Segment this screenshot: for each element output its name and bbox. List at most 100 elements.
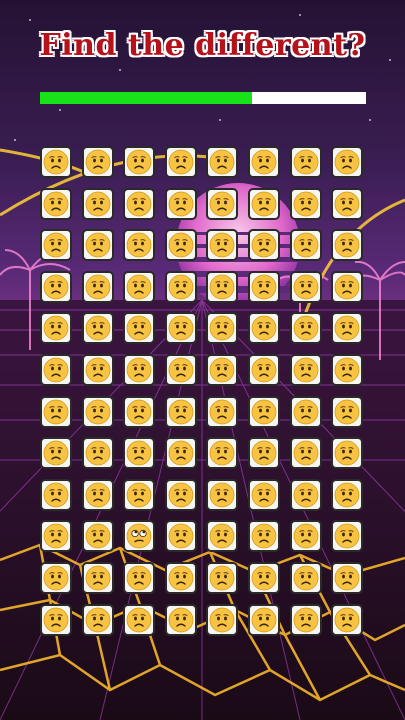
emoji-tile[interactable] xyxy=(164,353,197,386)
emoji-tile[interactable] xyxy=(206,561,239,594)
worried-face-icon xyxy=(209,149,235,175)
emoji-tile[interactable] xyxy=(247,229,280,262)
emoji-tile[interactable] xyxy=(331,603,364,636)
emoji-tile[interactable] xyxy=(123,561,156,594)
emoji-tile[interactable] xyxy=(81,520,114,553)
emoji-tile[interactable] xyxy=(289,353,322,386)
emoji-tile[interactable] xyxy=(331,395,364,428)
emoji-tile[interactable] xyxy=(123,395,156,428)
emoji-tile[interactable] xyxy=(40,270,72,303)
emoji-tile[interactable] xyxy=(81,478,114,511)
emoji-tile[interactable] xyxy=(289,395,322,428)
emoji-tile[interactable] xyxy=(123,603,156,636)
emoji-tile[interactable] xyxy=(331,520,364,553)
emoji-tile[interactable] xyxy=(247,520,280,553)
emoji-tile[interactable] xyxy=(123,270,156,303)
emoji-tile[interactable] xyxy=(123,146,156,178)
emoji-tile[interactable] xyxy=(164,478,197,511)
emoji-tile[interactable] xyxy=(289,229,322,262)
emoji-tile[interactable] xyxy=(247,146,280,178)
emoji-tile[interactable] xyxy=(40,437,72,470)
emoji-tile[interactable] xyxy=(81,353,114,386)
emoji-tile[interactable] xyxy=(123,229,156,262)
emoji-tile[interactable] xyxy=(247,437,280,470)
emoji-tile[interactable] xyxy=(40,146,72,178)
emoji-tile[interactable] xyxy=(247,478,280,511)
emoji-tile[interactable] xyxy=(331,561,364,594)
emoji-tile[interactable] xyxy=(331,353,364,386)
emoji-tile[interactable] xyxy=(164,603,197,636)
emoji-tile[interactable] xyxy=(40,187,72,220)
emoji-tile[interactable] xyxy=(289,312,322,345)
emoji-tile[interactable] xyxy=(164,561,197,594)
emoji-tile[interactable] xyxy=(164,395,197,428)
emoji-tile[interactable] xyxy=(331,437,364,470)
emoji-tile[interactable] xyxy=(81,437,114,470)
emoji-tile[interactable] xyxy=(164,270,197,303)
emoji-tile[interactable] xyxy=(289,146,322,178)
emoji-tile[interactable] xyxy=(206,146,239,178)
emoji-tile[interactable] xyxy=(123,187,156,220)
emoji-tile[interactable] xyxy=(206,603,239,636)
emoji-tile[interactable] xyxy=(40,395,72,428)
emoji-tile[interactable] xyxy=(331,270,364,303)
emoji-tile[interactable] xyxy=(289,603,322,636)
emoji-tile[interactable] xyxy=(164,146,197,178)
emoji-tile[interactable] xyxy=(81,270,114,303)
emoji-tile[interactable] xyxy=(247,603,280,636)
emoji-tile[interactable] xyxy=(40,353,72,386)
worried-face-icon xyxy=(85,399,111,425)
emoji-tile[interactable] xyxy=(247,353,280,386)
emoji-tile[interactable] xyxy=(40,229,72,262)
emoji-tile[interactable] xyxy=(289,437,322,470)
emoji-tile[interactable] xyxy=(40,478,72,511)
worried-face-icon xyxy=(293,274,319,300)
emoji-tile[interactable] xyxy=(289,187,322,220)
emoji-tile[interactable] xyxy=(81,229,114,262)
emoji-tile[interactable] xyxy=(206,229,239,262)
emoji-tile[interactable] xyxy=(206,270,239,303)
emoji-tile[interactable] xyxy=(81,395,114,428)
emoji-tile[interactable] xyxy=(164,312,197,345)
emoji-tile[interactable] xyxy=(164,229,197,262)
emoji-tile[interactable] xyxy=(206,312,239,345)
emoji-tile[interactable] xyxy=(206,395,239,428)
emoji-tile[interactable] xyxy=(206,478,239,511)
emoji-tile[interactable] xyxy=(40,603,72,636)
emoji-tile-odd[interactable] xyxy=(123,520,156,553)
emoji-tile[interactable] xyxy=(123,353,156,386)
emoji-tile[interactable] xyxy=(331,229,364,262)
emoji-tile[interactable] xyxy=(247,270,280,303)
emoji-tile[interactable] xyxy=(164,520,197,553)
emoji-tile[interactable] xyxy=(123,437,156,470)
emoji-tile[interactable] xyxy=(40,520,72,553)
emoji-tile[interactable] xyxy=(206,187,239,220)
emoji-tile[interactable] xyxy=(81,561,114,594)
emoji-tile[interactable] xyxy=(206,520,239,553)
emoji-tile[interactable] xyxy=(289,520,322,553)
emoji-tile[interactable] xyxy=(81,146,114,178)
emoji-tile[interactable] xyxy=(164,187,197,220)
emoji-tile[interactable] xyxy=(247,561,280,594)
emoji-tile[interactable] xyxy=(247,187,280,220)
emoji-tile[interactable] xyxy=(123,312,156,345)
emoji-tile[interactable] xyxy=(40,561,72,594)
emoji-tile[interactable] xyxy=(81,603,114,636)
emoji-tile[interactable] xyxy=(331,312,364,345)
emoji-tile[interactable] xyxy=(247,395,280,428)
emoji-tile[interactable] xyxy=(289,478,322,511)
emoji-tile[interactable] xyxy=(123,478,156,511)
emoji-tile[interactable] xyxy=(81,312,114,345)
emoji-tile[interactable] xyxy=(331,478,364,511)
emoji-tile[interactable] xyxy=(331,187,364,220)
emoji-tile[interactable] xyxy=(331,146,364,178)
emoji-tile[interactable] xyxy=(289,270,322,303)
emoji-tile[interactable] xyxy=(247,312,280,345)
emoji-tile[interactable] xyxy=(81,187,114,220)
emoji-tile[interactable] xyxy=(289,561,322,594)
emoji-tile[interactable] xyxy=(206,353,239,386)
worried-face-icon xyxy=(251,315,277,341)
emoji-tile[interactable] xyxy=(206,437,239,470)
emoji-tile[interactable] xyxy=(164,437,197,470)
emoji-tile[interactable] xyxy=(40,312,72,345)
